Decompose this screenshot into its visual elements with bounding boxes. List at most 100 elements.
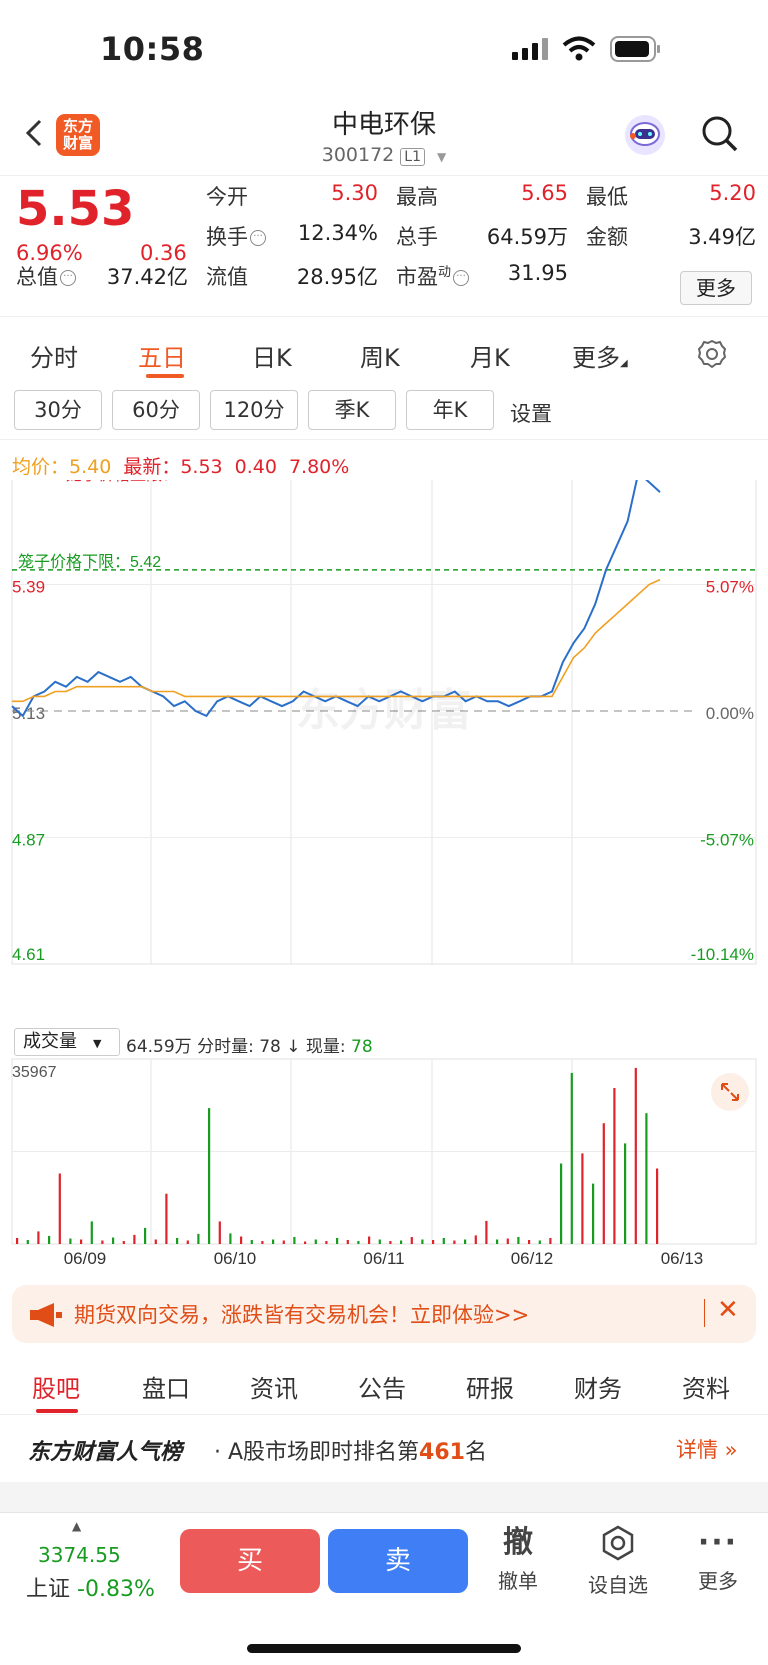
search-icon[interactable] [700, 114, 740, 154]
info-dots-icon[interactable]: ··· [250, 230, 266, 246]
tab-announcements[interactable]: 公告 [358, 1369, 406, 1404]
volume-bar [506, 1238, 509, 1244]
close-icon[interactable]: ✕ [717, 1295, 739, 1325]
pe-label[interactable]: 市盈动 ··· [396, 261, 470, 291]
tab-research[interactable]: 研报 [466, 1369, 514, 1404]
volume-bar [336, 1238, 339, 1244]
battery-icon [610, 36, 660, 62]
tab-intraday[interactable]: 分时 [30, 338, 78, 373]
volume-bar [549, 1238, 552, 1244]
volume-bar [581, 1153, 584, 1244]
volume-bar [250, 1240, 253, 1244]
tab-60min[interactable]: 60分 [112, 390, 200, 430]
volume-bar [602, 1123, 605, 1244]
rank-detail-link[interactable]: 详情 » [676, 1434, 738, 1464]
volume-bar [314, 1239, 317, 1244]
tab-profile[interactable]: 资料 [682, 1369, 730, 1404]
volume-bar [229, 1233, 232, 1244]
more-quote-button[interactable]: 更多 [680, 271, 752, 305]
open-value: 5.30 [331, 181, 378, 205]
volume-bar [144, 1227, 147, 1244]
tab-news[interactable]: 资讯 [250, 1369, 298, 1404]
quote-panel: 5.53 6.96% 0.36 今开 5.30 最高 5.65 最低 5.20 … [0, 177, 768, 317]
volume-bar [218, 1221, 221, 1244]
volume-bar [389, 1241, 392, 1244]
volume-bar [464, 1239, 467, 1244]
market-cap-label[interactable]: 总值 ··· [16, 261, 76, 291]
index-row[interactable]: 上证 -0.83% [26, 1571, 155, 1603]
tab-weekly-k[interactable]: 周K [360, 338, 400, 373]
rank-number: 461 [419, 1440, 465, 1465]
tab-orderbook[interactable]: 盘口 [142, 1369, 190, 1404]
chart-settings-link[interactable]: 设置 [510, 398, 552, 428]
rank-detail-label: 详情 [676, 1438, 718, 1462]
open-label: 今开 [206, 185, 248, 209]
tab-finance[interactable]: 财务 [574, 1369, 622, 1404]
volume-bar [624, 1143, 627, 1244]
popularity-rank[interactable]: 东方财富人气榜 · A股市场即时排名第461名 详情 » [0, 1416, 768, 1482]
add-watchlist-label: 设自选 [588, 1573, 648, 1597]
section-divider [0, 1482, 768, 1512]
cage-upper-label: 笼子价格上限：5.65 [66, 480, 209, 484]
high-value: 5.65 [521, 181, 568, 205]
volume-bar [592, 1183, 595, 1244]
volume-bar [645, 1113, 648, 1244]
volume-bar [26, 1240, 29, 1244]
volume-bar [325, 1241, 328, 1244]
cancel-order-button[interactable]: 撤 撤单 [478, 1525, 558, 1594]
volume-bar [282, 1240, 285, 1244]
volume-bar [304, 1241, 307, 1244]
content-tabs: 股吧 盘口 资讯 公告 研报 财务 资料 [0, 1353, 768, 1415]
volume-value: 64.59万 [486, 225, 568, 249]
volume-bar [432, 1240, 435, 1244]
x-axis-label: 06/10 [214, 1249, 257, 1268]
assistant-robot-icon[interactable] [622, 112, 668, 158]
megaphone-icon [30, 1303, 62, 1327]
latest-value: 5.53 [180, 456, 223, 478]
index-value[interactable]: 3374.55 [38, 1543, 121, 1567]
buy-button[interactable]: 买 [180, 1529, 320, 1593]
futures-ad-banner[interactable]: 期货双向交易，涨跌皆有交易机会！立即体验>> ✕ [12, 1285, 756, 1343]
tab-more[interactable]: 更多◢ [572, 338, 628, 373]
tab-year-k[interactable]: 年K [406, 390, 494, 430]
five-day-chart[interactable]: 5.6510.14%5.395.07%5.130.00%4.87-5.07%4.… [0, 480, 768, 1270]
tab-more-label: 更多 [572, 344, 620, 372]
tab-monthly-k[interactable]: 月K [470, 338, 510, 373]
more-button[interactable]: ··· 更多 [678, 1525, 758, 1594]
sell-button[interactable]: 卖 [328, 1529, 468, 1593]
info-dots-icon[interactable]: ··· [60, 270, 76, 286]
indicator-select[interactable]: 成交量 ▼ [14, 1028, 120, 1056]
volume-last: 78 [351, 1037, 373, 1057]
rank-text: · A股市场即时排名第461名 [214, 1434, 487, 1466]
low-value: 5.20 [709, 181, 756, 205]
info-dots-icon[interactable]: ··· [453, 270, 470, 286]
volume-bar [133, 1234, 136, 1244]
tab-120min[interactable]: 120分 [210, 390, 298, 430]
tab-forum[interactable]: 股吧 [32, 1369, 80, 1404]
ad-text: 期货双向交易，涨跌皆有交易机会！立即体验>> [74, 1303, 530, 1327]
tab-daily-k[interactable]: 日K [252, 338, 292, 373]
x-axis-label: 06/09 [64, 1249, 107, 1268]
tab-five-day[interactable]: 五日 [138, 338, 186, 373]
chevron-down-icon: ▼ [93, 1037, 102, 1050]
add-watchlist-button[interactable]: 设自选 [578, 1525, 658, 1598]
chart-legend: 均价：5.40 最新：5.53 0.40 7.80% [12, 452, 349, 479]
tab-quarter-k[interactable]: 季K [308, 390, 396, 430]
dropdown-arrow-icon: ▼ [437, 150, 447, 164]
volume-bar [485, 1220, 488, 1244]
settings-gear-icon[interactable] [696, 338, 728, 370]
cage-lower-label: 笼子价格下限：5.42 [18, 553, 161, 571]
watermark: 东方财富 [296, 685, 472, 736]
volume-bar [538, 1240, 541, 1244]
volume-bar [421, 1239, 424, 1244]
wifi-icon [562, 36, 596, 61]
float-cap-label: 流值 [206, 265, 248, 289]
bottom-action-bar: ▲ 3374.55 上证 -0.83% 买 卖 撤 撤单 设自选 ··· 更多 [0, 1512, 768, 1665]
turnover-label[interactable]: 换手 ··· [206, 221, 266, 251]
expand-up-icon[interactable]: ▲ [72, 1519, 81, 1533]
volume-bar [165, 1193, 168, 1244]
volume-bar [154, 1239, 157, 1244]
volume-bar [272, 1239, 275, 1244]
tab-30min[interactable]: 30分 [14, 390, 102, 430]
volume-bar [261, 1241, 264, 1244]
